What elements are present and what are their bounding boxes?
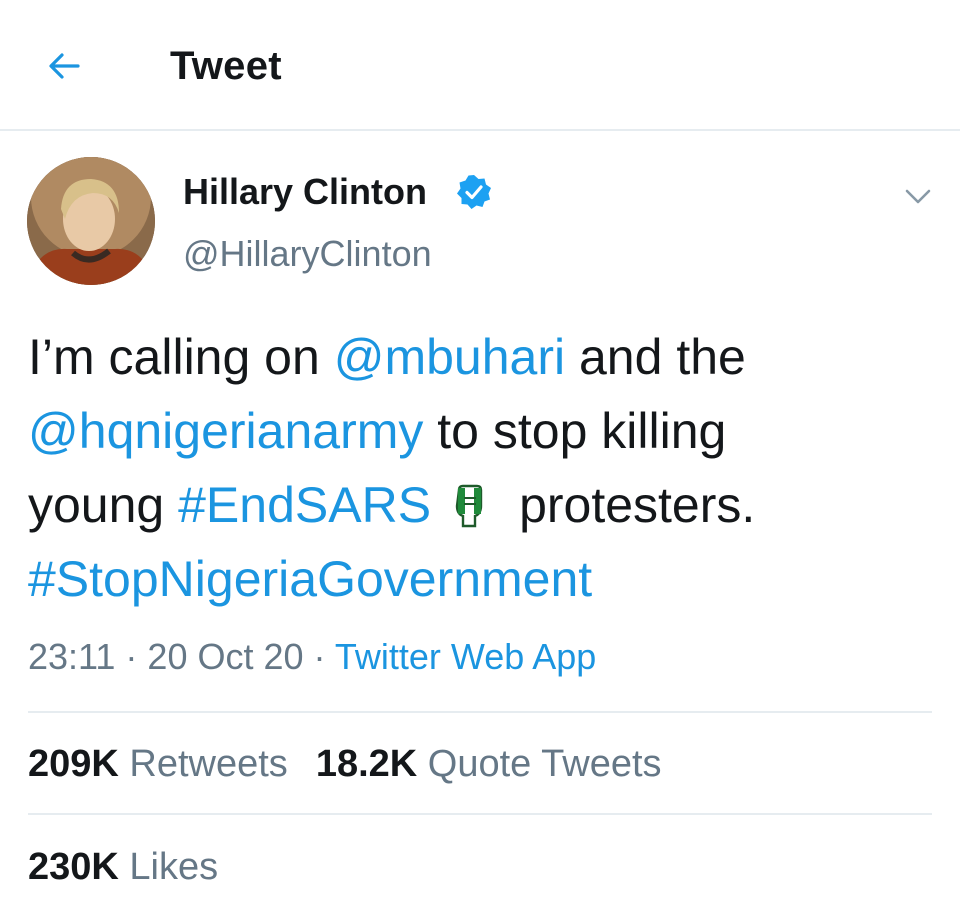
tweet-time: 23:11 bbox=[28, 636, 116, 677]
meta-separator: · bbox=[115, 636, 148, 677]
mention-link[interactable]: @hqnigerianarmy bbox=[28, 403, 423, 459]
chevron-down-icon[interactable] bbox=[900, 178, 936, 214]
arrow-left-icon[interactable] bbox=[44, 46, 84, 86]
author-handle[interactable]: @HillaryClinton bbox=[183, 233, 432, 275]
author-name[interactable]: Hillary Clinton bbox=[183, 171, 427, 213]
verified-badge-icon bbox=[457, 175, 491, 209]
avatar-image bbox=[27, 157, 155, 285]
likes-label: Likes bbox=[118, 846, 219, 888]
quote-tweets-count: 18.2K bbox=[315, 743, 418, 785]
tweet-text-segment: to stop killing bbox=[423, 403, 727, 459]
header-divider bbox=[0, 129, 960, 131]
hashtag-link[interactable]: #StopNigeriaGovernment bbox=[28, 551, 592, 607]
likes-stat[interactable]: 230K Likes bbox=[28, 846, 218, 888]
top-bar: Tweet bbox=[0, 0, 960, 130]
nigeria-flag-fist-icon bbox=[455, 484, 483, 528]
retweets-stat[interactable]: 209K Retweets bbox=[28, 743, 288, 785]
retweets-count: 209K bbox=[28, 743, 119, 785]
retweets-label: Retweets bbox=[118, 743, 288, 785]
tweet-text: I’m calling on @mbuhari and the @hqniger… bbox=[28, 320, 938, 616]
quote-tweets-stat[interactable]: 18.2K Quote Tweets bbox=[316, 743, 662, 785]
tweet-text-segment: young bbox=[28, 477, 179, 533]
engagement-stats: 209K Retweets 18.2K Quote Tweets bbox=[28, 743, 690, 786]
avatar[interactable] bbox=[27, 157, 155, 285]
likes-row: 230K Likes bbox=[28, 846, 246, 889]
meta-separator: · bbox=[303, 636, 335, 677]
likes-divider bbox=[28, 813, 932, 815]
tweet-source[interactable]: Twitter Web App bbox=[335, 636, 596, 677]
hashtag-link[interactable]: #EndSARS bbox=[178, 477, 431, 533]
tweet-text-segment: protesters. bbox=[519, 477, 756, 533]
tweet-date[interactable]: 20 Oct 20 bbox=[147, 636, 303, 677]
stats-divider bbox=[28, 711, 932, 713]
likes-count: 230K bbox=[28, 846, 119, 888]
quote-tweets-label: Quote Tweets bbox=[417, 743, 662, 785]
mention-link[interactable]: @mbuhari bbox=[334, 329, 565, 385]
tweet-text-segment: I’m calling on bbox=[28, 329, 334, 385]
page-title: Tweet bbox=[170, 44, 282, 88]
tweet-text-segment: and the bbox=[565, 329, 746, 385]
tweet-metadata: 23:11 · 20 Oct 20 · Twitter Web App bbox=[28, 636, 596, 678]
